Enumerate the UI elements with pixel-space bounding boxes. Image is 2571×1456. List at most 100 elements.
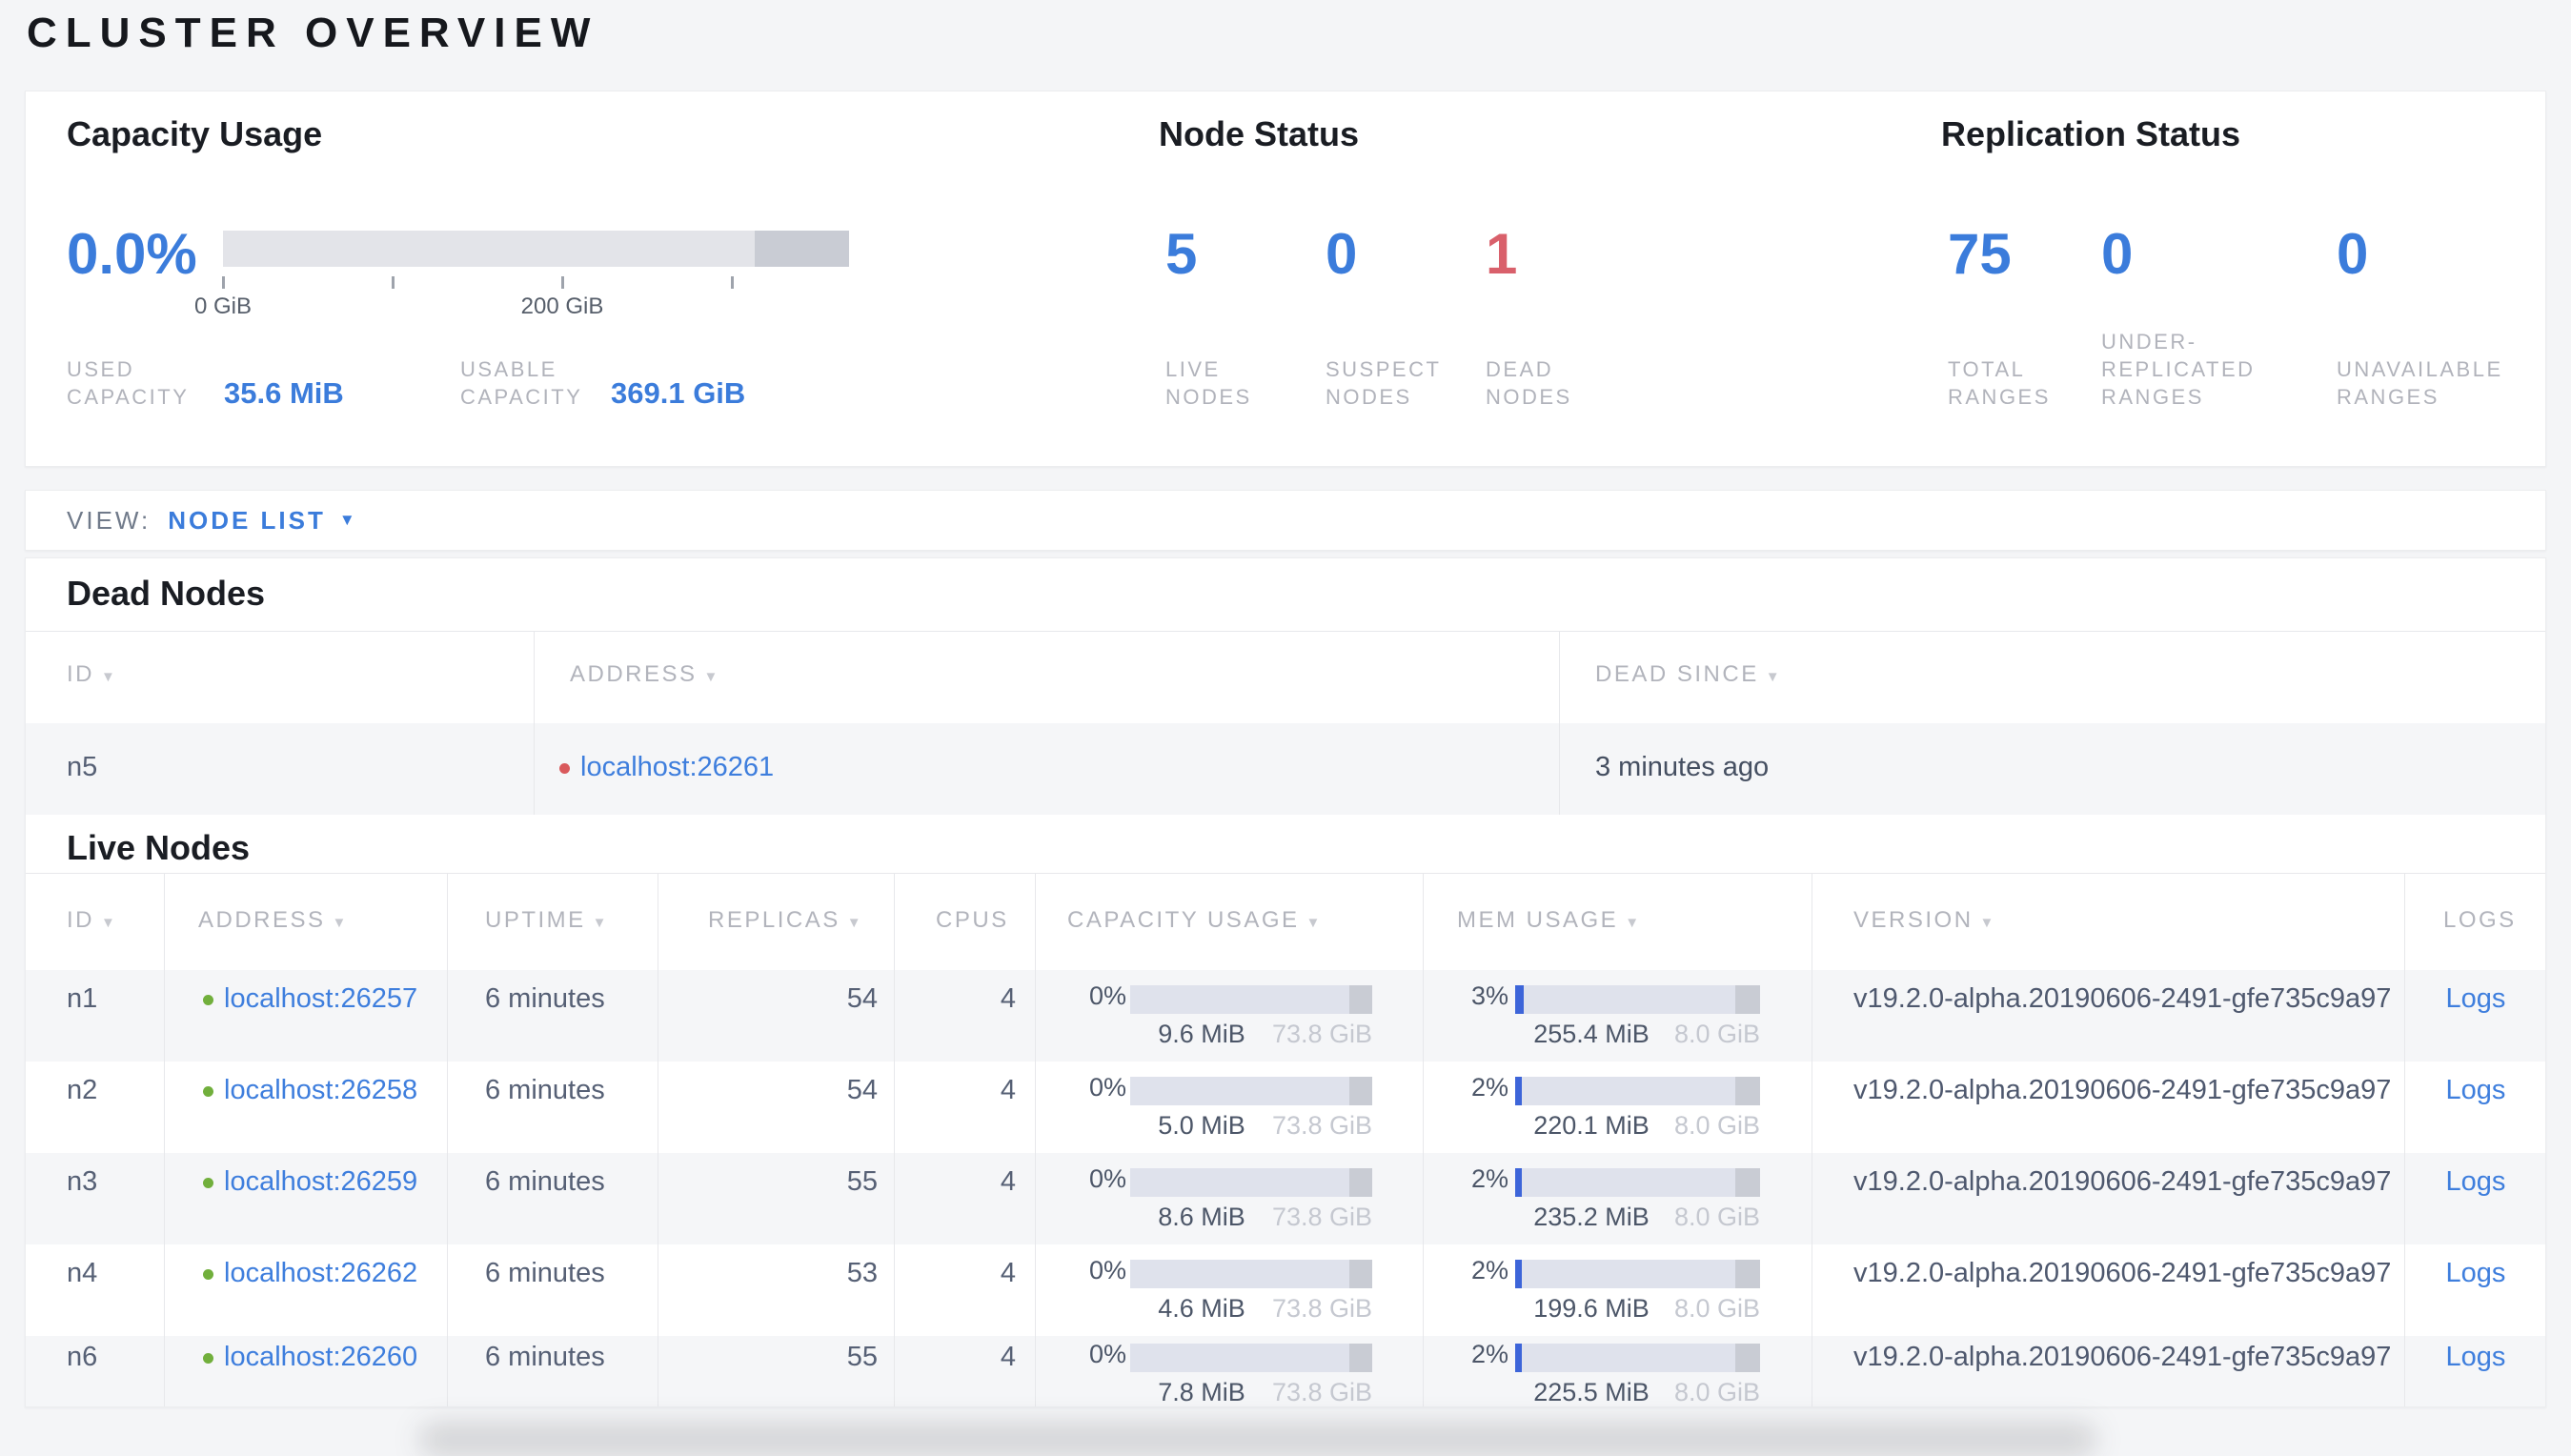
live-col-id[interactable]: ID ▼ <box>67 907 117 934</box>
live-col-logs[interactable]: LOGS <box>2443 907 2517 934</box>
mem-bar-fill <box>1515 985 1524 1014</box>
logs-link[interactable]: Logs <box>2404 1342 2545 1373</box>
dead-node-id: n5 <box>67 752 98 782</box>
axis-tick-label-200: 200 GiB <box>520 293 604 319</box>
sort-desc-icon: ▼ <box>101 915 118 931</box>
mem-bar-fill <box>1515 1077 1522 1105</box>
live-nodes-label-line1: LIVE <box>1165 357 1221 381</box>
dead-col-dead-since[interactable]: DEAD SINCE ▼ <box>1595 661 1782 688</box>
node-address-link[interactable]: localhost:26260 <box>224 1342 417 1373</box>
node-replicas: 54 <box>846 1075 878 1105</box>
live-col-mem-usage-label: MEM USAGE <box>1457 907 1619 933</box>
suspect-nodes-label: SUSPECT NODES <box>1326 355 1441 411</box>
logs-link[interactable]: Logs <box>2404 1166 2545 1198</box>
mem-mini-bar <box>1515 1077 1760 1105</box>
live-col-replicas-label: REPLICAS <box>708 907 840 933</box>
axis-tick <box>222 276 225 289</box>
node-cpus: 4 <box>1000 1258 1016 1288</box>
node-version: v19.2.0-alpha.20190606-2491-gfe735c9a97 <box>1853 1342 2392 1372</box>
table-row: n2 localhost:26258 6 minutes 54 4 0% 5.0… <box>26 1062 2545 1153</box>
logs-link[interactable]: Logs <box>2404 983 2545 1015</box>
mem-bar-reserved-segment <box>1735 1344 1760 1372</box>
node-uptime: 6 minutes <box>485 1075 605 1105</box>
dead-nodes-label-line2: NODES <box>1486 385 1572 409</box>
page-title: CLUSTER OVERVIEW <box>27 10 599 56</box>
capacity-mini-bar <box>1130 1344 1372 1372</box>
live-col-mem-usage[interactable]: MEM USAGE ▼ <box>1457 907 1642 934</box>
sort-desc-icon: ▼ <box>332 915 349 931</box>
dead-col-address[interactable]: ADDRESS ▼ <box>570 661 720 688</box>
capacity-bar-reserved-segment <box>1349 1168 1372 1197</box>
mem-bar-fill <box>1515 1344 1522 1372</box>
capacity-pct: 0% <box>1088 981 1126 1010</box>
live-status-dot-icon <box>203 1353 213 1364</box>
live-col-address-label: ADDRESS <box>198 907 326 933</box>
capacity-usage-heading: Capacity Usage <box>67 114 323 153</box>
mem-bar-reserved-segment <box>1735 1168 1760 1197</box>
live-col-logs-label: LOGS <box>2443 907 2517 933</box>
table-row: n3 localhost:26259 6 minutes 55 4 0% 8.6… <box>26 1153 2545 1244</box>
view-dropdown[interactable]: NODE LIST ▼ <box>168 506 358 536</box>
sort-desc-icon: ▼ <box>1625 915 1642 931</box>
node-cpus: 4 <box>1000 1166 1016 1197</box>
live-col-address[interactable]: ADDRESS ▼ <box>198 907 349 934</box>
capacity-mini-bar <box>1130 985 1372 1014</box>
node-replicas: 55 <box>846 1342 878 1372</box>
live-nodes-title: Live Nodes <box>67 828 251 867</box>
usable-capacity-value: 369.1 GiB <box>611 376 746 410</box>
unavailable-ranges-label: UNAVAILABLE RANGES <box>2337 355 2503 411</box>
mem-pct: 3% <box>1470 981 1508 1010</box>
node-address-link[interactable]: localhost:26262 <box>224 1258 417 1289</box>
mem-mini-bar <box>1515 985 1760 1014</box>
total-ranges-label-line2: RANGES <box>1948 385 2051 409</box>
sort-desc-icon: ▼ <box>592 915 610 931</box>
node-cpus: 4 <box>1000 983 1016 1014</box>
dead-node-address-link[interactable]: localhost:26261 <box>580 752 774 783</box>
node-address-link[interactable]: localhost:26258 <box>224 1075 417 1106</box>
replication-status-heading: Replication Status <box>1941 114 2241 153</box>
sort-desc-icon: ▼ <box>101 669 118 685</box>
used-capacity-label: USED CAPACITY <box>67 355 189 411</box>
dead-col-dead-since-label: DEAD SINCE <box>1595 661 1759 687</box>
capacity-pct: 0% <box>1088 1256 1126 1284</box>
live-nodes-label: LIVE NODES <box>1165 355 1252 411</box>
mem-bar-reserved-segment <box>1735 985 1760 1014</box>
used-capacity-value: 35.6 MiB <box>224 376 344 410</box>
node-status-heading: Node Status <box>1159 114 1360 153</box>
capacity-pct: 0% <box>1088 1164 1126 1193</box>
node-version: v19.2.0-alpha.20190606-2491-gfe735c9a97 <box>1853 983 2392 1014</box>
mem-pct: 2% <box>1470 1164 1508 1193</box>
live-col-uptime[interactable]: UPTIME ▼ <box>485 907 609 934</box>
node-uptime: 6 minutes <box>485 1166 605 1197</box>
suspect-nodes-label-line1: SUSPECT <box>1326 357 1442 381</box>
live-col-version-label: VERSION <box>1853 907 1974 933</box>
node-replicas: 53 <box>846 1258 878 1288</box>
sort-desc-icon: ▼ <box>703 669 720 685</box>
live-col-replicas[interactable]: REPLICAS ▼ <box>708 907 863 934</box>
mem-bar-fill <box>1515 1260 1522 1288</box>
table-row: n1 localhost:26257 6 minutes 54 4 0% 9.6… <box>26 970 2545 1062</box>
divider <box>26 873 2545 874</box>
mem-bar-reserved-segment <box>1735 1077 1760 1105</box>
live-col-version[interactable]: VERSION ▼ <box>1853 907 1996 934</box>
unavailable-label-line1: UNAVAILABLE <box>2337 357 2503 381</box>
mem-pct: 2% <box>1470 1073 1508 1102</box>
capacity-mini-bar <box>1130 1260 1372 1288</box>
node-address-link[interactable]: localhost:26257 <box>224 983 417 1015</box>
logs-link[interactable]: Logs <box>2404 1258 2545 1289</box>
node-id: n1 <box>67 983 98 1014</box>
dead-col-id[interactable]: ID ▼ <box>67 661 117 688</box>
used-capacity-label-line1: USED <box>67 357 135 381</box>
mem-total: 8.0 GiB <box>1673 1203 1760 1231</box>
node-address-link[interactable]: localhost:26259 <box>224 1166 417 1198</box>
logs-link[interactable]: Logs <box>2404 1075 2545 1106</box>
live-col-capacity-usage-label: CAPACITY USAGE <box>1067 907 1300 933</box>
live-status-dot-icon <box>203 1178 213 1188</box>
axis-tick <box>561 276 564 289</box>
capacity-total: 73.8 GiB <box>1271 1294 1372 1323</box>
node-id: n2 <box>67 1075 98 1105</box>
dead-nodes-label-line1: DEAD <box>1486 357 1554 381</box>
live-col-capacity-usage[interactable]: CAPACITY USAGE ▼ <box>1067 907 1323 934</box>
node-id: n4 <box>67 1258 98 1288</box>
live-col-cpus[interactable]: CPUS <box>936 907 1009 934</box>
